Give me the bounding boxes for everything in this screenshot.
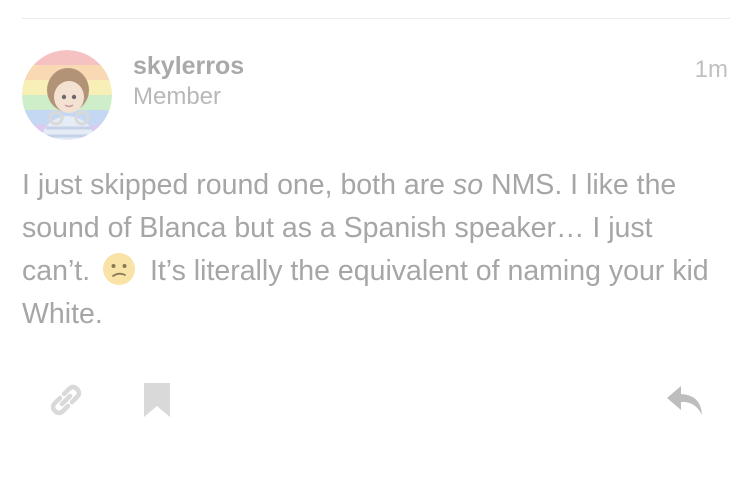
bookmark-icon (144, 383, 170, 417)
post-text-emphasis: so (452, 169, 484, 201)
link-icon (50, 384, 82, 416)
confused-face-emoji-icon (102, 252, 136, 286)
bookmark-button[interactable] (135, 378, 179, 422)
reply-button[interactable] (663, 378, 707, 422)
avatar-image (22, 50, 112, 140)
author-role: Member (133, 83, 222, 110)
post-text-part1: I just skipped round one, both are (22, 169, 453, 201)
top-divider (22, 18, 730, 19)
post-timestamp: 1m (694, 56, 728, 83)
author-username[interactable]: skylerros (133, 52, 244, 81)
copy-link-button[interactable] (44, 378, 88, 422)
post-body: I just skipped round one, both are so NM… (22, 164, 722, 336)
reply-icon (667, 386, 702, 415)
author-avatar[interactable] (22, 50, 112, 140)
